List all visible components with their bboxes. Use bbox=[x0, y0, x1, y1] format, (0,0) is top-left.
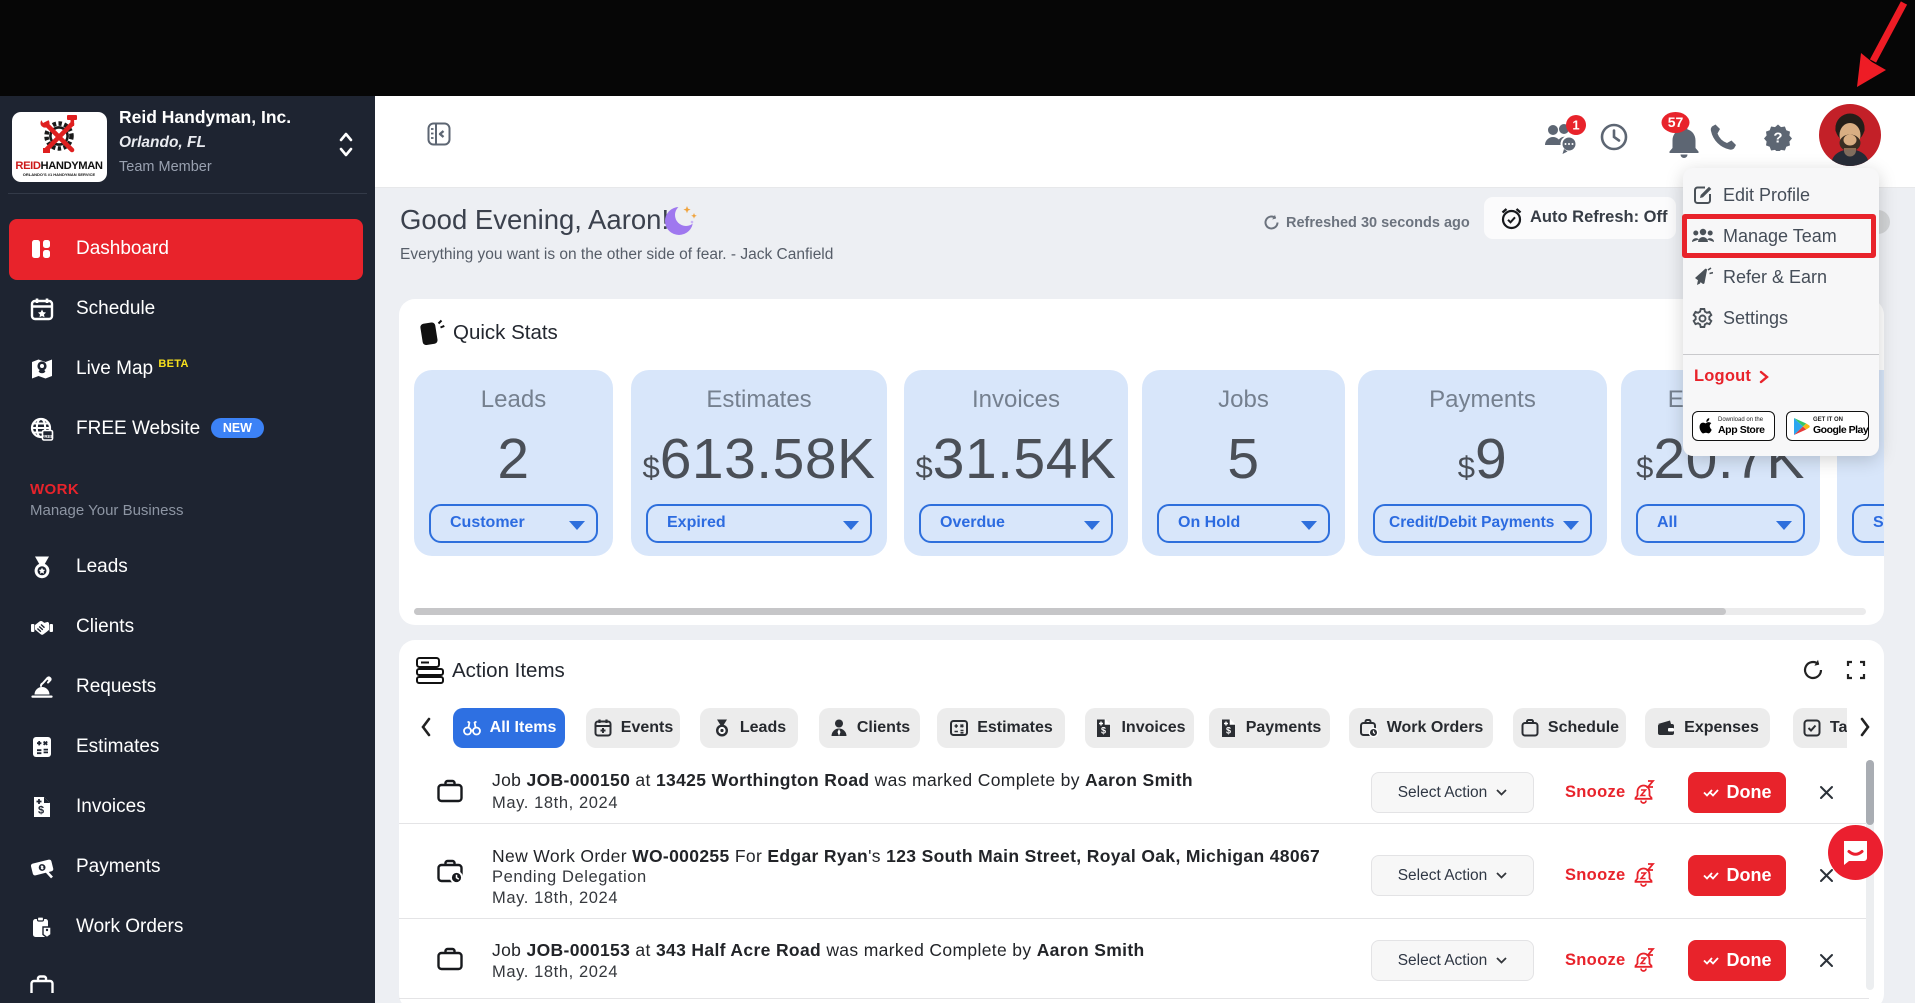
svg-text:$: $ bbox=[1226, 726, 1231, 736]
svg-text:?: ? bbox=[1773, 130, 1782, 147]
svg-text:57: 57 bbox=[1668, 114, 1684, 130]
svg-text:FREE: FREE bbox=[42, 434, 54, 439]
svg-text:1: 1 bbox=[1572, 118, 1579, 133]
svg-text:$: $ bbox=[1101, 726, 1106, 736]
svg-text:ORLANDO'S #1 HANDYMAN SERVICE: ORLANDO'S #1 HANDYMAN SERVICE bbox=[23, 172, 96, 177]
svg-text:REIDHANDYMAN: REIDHANDYMAN bbox=[15, 160, 103, 172]
svg-text:$: $ bbox=[38, 805, 44, 817]
